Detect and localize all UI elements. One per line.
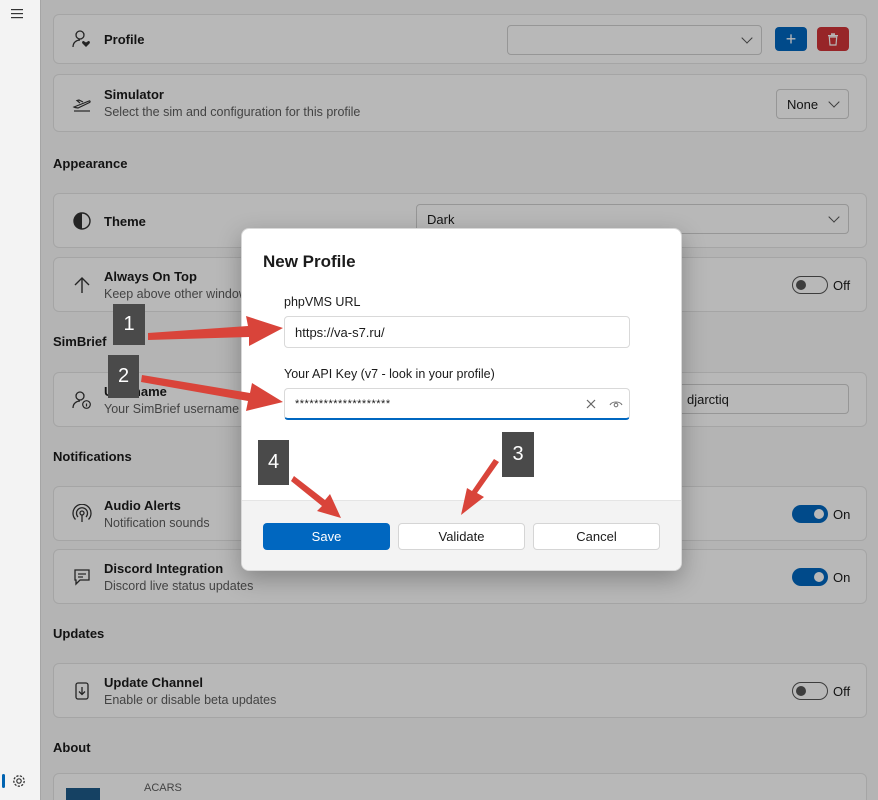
dialog-footer: Save Validate Cancel [242,500,681,570]
gear-icon[interactable] [10,772,28,790]
callout-badge-4: 4 [258,440,289,485]
save-button[interactable]: Save [263,523,390,550]
reveal-password-icon[interactable] [609,398,623,410]
nav-selection-indicator [2,774,5,788]
api-key-value: ******************** [295,397,391,410]
phpvms-url-value: https://va-s7.ru/ [295,324,385,340]
validate-button[interactable]: Validate [398,523,525,550]
phpvms-url-label: phpVMS URL [284,295,361,309]
callout-badge-2: 2 [108,355,139,398]
api-key-input[interactable]: ******************** [284,388,630,420]
callout-badge-3: 3 [502,432,534,477]
api-key-label: Your API Key (v7 - look in your profile) [284,367,495,381]
phpvms-url-input[interactable]: https://va-s7.ru/ [284,316,630,348]
callout-badge-1: 1 [113,304,145,345]
cancel-button[interactable]: Cancel [533,523,660,550]
clear-icon[interactable] [585,398,597,410]
dialog-title: New Profile [263,252,356,271]
nav-rail [0,0,40,800]
new-profile-dialog: New Profile phpVMS URL https://va-s7.ru/… [241,228,682,571]
hamburger-icon[interactable] [10,6,26,22]
